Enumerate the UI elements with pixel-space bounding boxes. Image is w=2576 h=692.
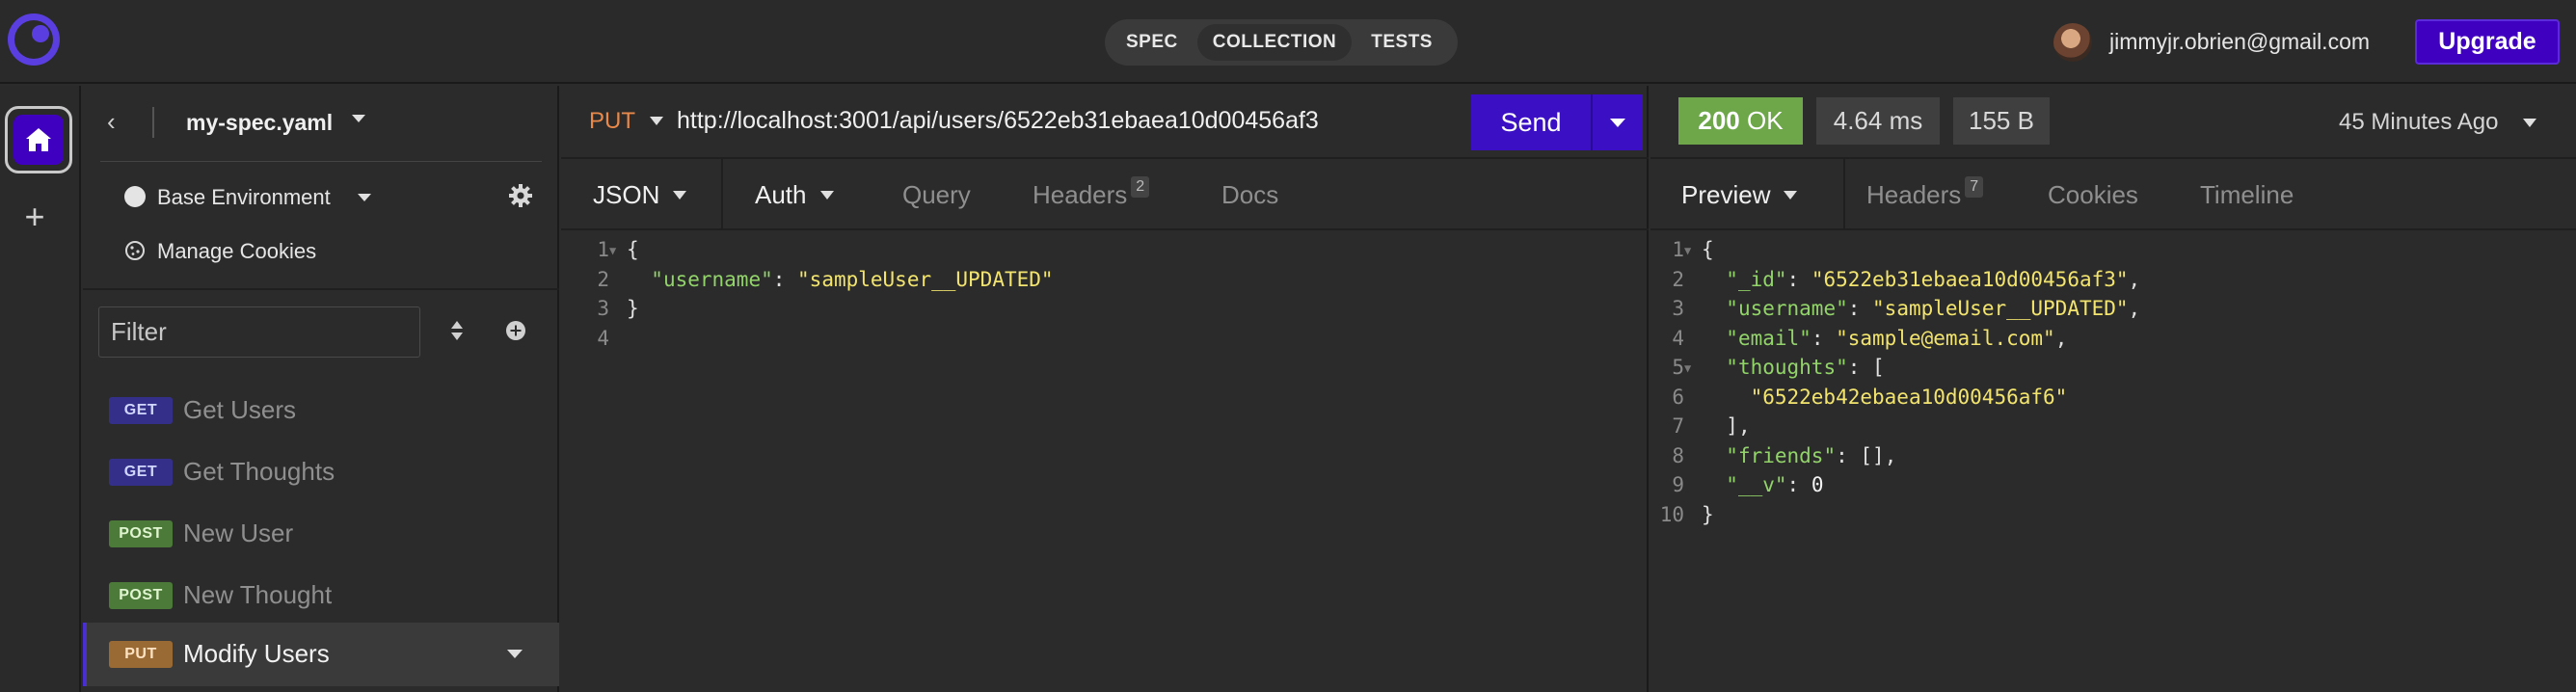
filter-input[interactable] (98, 306, 420, 358)
send-options-button[interactable] (1593, 94, 1643, 150)
environment-selector[interactable]: Base Environment (83, 178, 559, 217)
chevron-down-icon (673, 190, 687, 200)
mode-switch: SPEC COLLECTION TESTS (1105, 19, 1458, 66)
spec-mode-button[interactable]: SPEC (1111, 24, 1194, 61)
divider (83, 288, 559, 290)
response-history-selector[interactable]: 45 Minutes Ago (2339, 109, 2498, 136)
request-item-new-user[interactable]: POST New User (83, 502, 559, 564)
tab-auth-label: Auth (755, 179, 807, 209)
manage-cookies-button[interactable]: Manage Cookies (83, 234, 559, 269)
response-time: 4.64 ms (1816, 97, 1940, 145)
tab-body-label: JSON (593, 179, 660, 209)
request-name: Modify Users (183, 639, 330, 668)
sort-icon[interactable] (450, 320, 464, 341)
response-size: 155 B (1953, 97, 2050, 145)
tab-headers-label: Headers (1033, 179, 1128, 209)
tab-headers[interactable]: Headers 2 (1033, 159, 1150, 230)
method-badge: POST (109, 582, 173, 609)
request-item-modify-users[interactable]: PUT Modify Users (83, 623, 559, 686)
tab-query[interactable]: Query (902, 159, 971, 230)
chevron-down-icon (819, 190, 834, 200)
left-rail: + (0, 86, 81, 692)
home-button[interactable] (5, 106, 72, 173)
avatar[interactable] (2053, 23, 2092, 62)
request-item-new-thought[interactable]: POST New Thought (83, 564, 559, 625)
method-selector[interactable]: PUT (589, 108, 635, 135)
home-icon (26, 128, 51, 151)
tab-timeline[interactable]: Timeline (2200, 159, 2294, 230)
chevron-down-icon[interactable] (2523, 119, 2536, 127)
tab-preview[interactable]: Preview (1681, 159, 1798, 230)
tab-preview-label: Preview (1681, 179, 1771, 209)
top-bar: SPEC COLLECTION TESTS jimmyjr.obrien@gma… (0, 0, 2576, 84)
request-pane: PUT http://localhost:3001/api/users/6522… (561, 86, 1649, 692)
method-badge: GET (109, 397, 173, 424)
chevron-down-icon (1784, 190, 1798, 200)
url-bar: PUT http://localhost:3001/api/users/6522… (561, 86, 1649, 157)
divider (1843, 159, 1845, 230)
request-tabs: JSON Auth Query Headers 2 Docs (561, 157, 1649, 230)
status-badge: 200 OK (1678, 97, 1803, 145)
chevron-down-icon[interactable] (650, 117, 663, 125)
send-button[interactable]: Send (1471, 94, 1591, 150)
add-workspace-icon[interactable]: + (17, 200, 52, 234)
status-text: OK (1747, 106, 1784, 135)
url-input[interactable]: http://localhost:3001/api/users/6522eb31… (677, 107, 1319, 135)
request-name: New Thought (183, 580, 333, 609)
spec-name[interactable]: my-spec.yaml (186, 110, 333, 136)
request-body-editor[interactable]: 1▼{ 2 "username": "sampleUser__UPDATED" … (571, 235, 1053, 353)
sidebar: ‹ my-spec.yaml Base Environment Manage C… (83, 86, 559, 692)
tests-mode-button[interactable]: TESTS (1355, 24, 1448, 61)
method-badge: POST (109, 520, 173, 547)
response-body-viewer[interactable]: 1▼{ 2 "_id": "6522eb31ebaea10d00456af3",… (1646, 235, 2141, 529)
chevron-down-icon (1610, 119, 1625, 127)
tab-headers-label: Headers (1866, 179, 1962, 209)
tab-body[interactable]: JSON (593, 159, 687, 230)
request-name: New User (183, 519, 294, 547)
collection-mode-button[interactable]: COLLECTION (1196, 24, 1353, 61)
response-pane: 200 OK 4.64 ms 155 B 45 Minutes Ago Prev… (1650, 86, 2576, 692)
environment-color-icon (124, 186, 146, 207)
response-tabs: Preview Headers 7 Cookies Timeline (1650, 157, 2576, 230)
chevron-left-icon[interactable]: ‹ (107, 107, 116, 137)
request-name: Get Users (183, 395, 297, 424)
request-name: Get Thoughts (183, 457, 335, 486)
headers-count-badge: 2 (1131, 176, 1150, 198)
request-item-get-users[interactable]: GET Get Users (83, 379, 559, 440)
tab-auth[interactable]: Auth (755, 159, 834, 230)
request-item-get-thoughts[interactable]: GET Get Thoughts (83, 440, 559, 502)
cookie-icon (125, 241, 145, 260)
divider (721, 159, 723, 230)
upgrade-button[interactable]: Upgrade (2415, 19, 2560, 65)
chevron-down-icon[interactable] (352, 115, 365, 122)
user-email[interactable]: jimmyjr.obrien@gmail.com (2109, 29, 2370, 55)
chevron-down-icon[interactable] (358, 194, 371, 201)
tab-cookies[interactable]: Cookies (2048, 159, 2138, 230)
divider (152, 107, 154, 138)
manage-cookies-label: Manage Cookies (157, 239, 317, 263)
spec-header: ‹ my-spec.yaml (83, 86, 559, 161)
add-request-icon[interactable] (505, 320, 526, 341)
method-badge: GET (109, 459, 173, 486)
gear-icon[interactable] (508, 183, 533, 208)
divider (100, 161, 542, 162)
insomnia-logo[interactable] (8, 13, 60, 66)
chevron-down-icon[interactable] (507, 650, 523, 658)
tab-response-headers[interactable]: Headers 7 (1866, 159, 1984, 230)
headers-count-badge: 7 (1965, 176, 1984, 198)
environment-name: Base Environment (157, 185, 331, 209)
tab-docs[interactable]: Docs (1221, 159, 1278, 230)
status-code: 200 (1698, 106, 1740, 135)
method-badge: PUT (109, 641, 173, 668)
